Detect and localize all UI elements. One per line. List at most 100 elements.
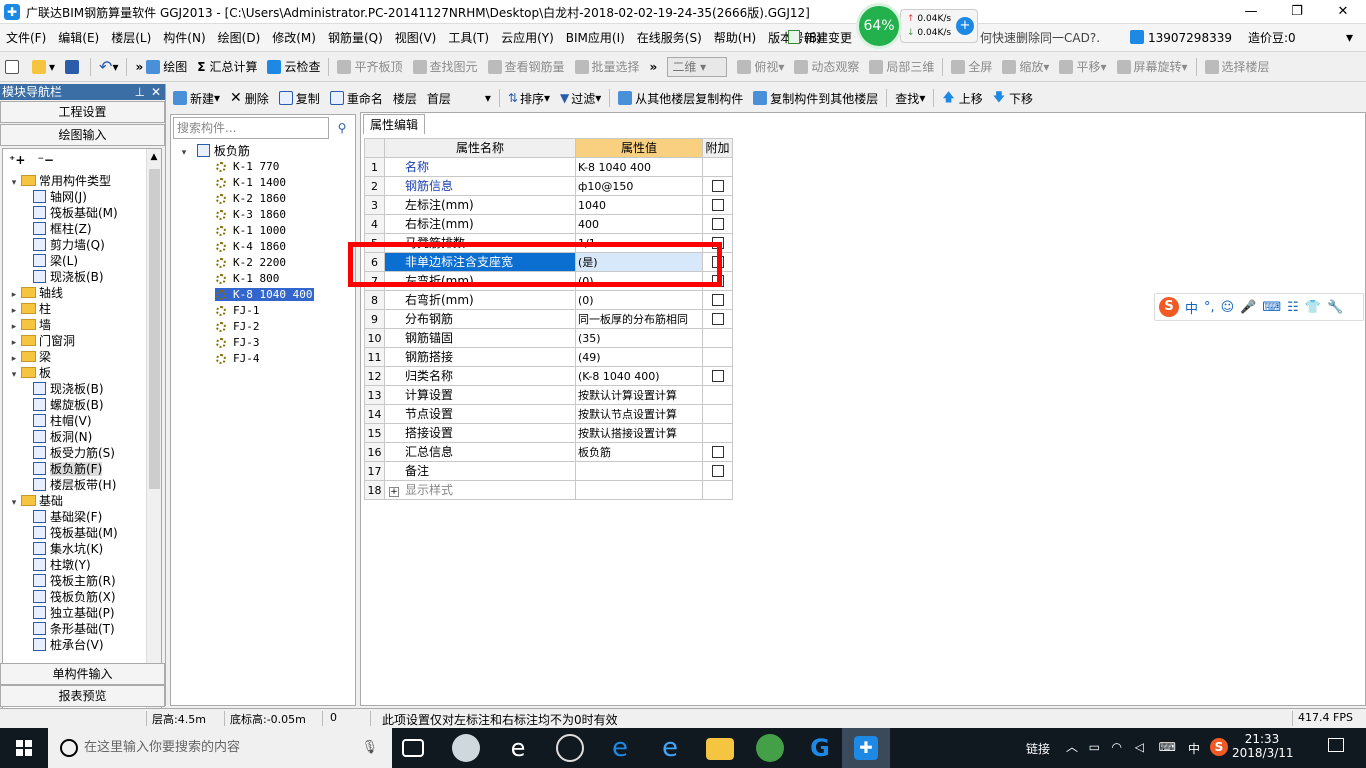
open-file-button[interactable]: ▾ — [27, 52, 60, 82]
nav-tree-item[interactable]: 筏板基础(M) — [3, 205, 161, 221]
menu-overflow-icon[interactable]: ▾ — [1346, 24, 1353, 52]
property-value-cell[interactable]: 1040 — [575, 195, 703, 215]
emoji-icon[interactable]: ☺ — [1221, 300, 1235, 315]
minimize-button[interactable]: — — [1228, 0, 1274, 24]
new-component-button[interactable]: 新建 ▾ — [168, 85, 225, 111]
property-value-cell[interactable]: (K-8 1040 400) — [575, 366, 703, 386]
nav-tree-item[interactable]: ▾ 板 — [3, 365, 161, 381]
nav-tree-item[interactable]: 框柱(Z) — [3, 221, 161, 237]
property-value-cell[interactable]: 同一板厚的分布筋相同 — [575, 309, 703, 329]
component-list-item[interactable]: K-1 1000 — [171, 223, 355, 239]
nav-tree-item[interactable]: 柱墩(Y) — [3, 557, 161, 573]
property-row[interactable]: 3 左标注(mm) 1040 — [364, 195, 733, 215]
tab-property-edit[interactable]: 属性编辑 — [363, 114, 426, 134]
keyboard-icon[interactable]: ⌨ — [1159, 740, 1176, 754]
nav-tree-item[interactable]: 独立基础(P) — [3, 605, 161, 621]
component-list-item[interactable]: K-3 1860 — [171, 207, 355, 223]
component-list-item[interactable]: K-2 1860 — [171, 191, 355, 207]
new-file-button[interactable] — [0, 52, 27, 82]
property-value-cell[interactable]: 按默认节点设置计算 — [575, 404, 703, 424]
property-add-cell[interactable] — [702, 442, 733, 462]
nav-tree-item[interactable]: 筏板主筋(R) — [3, 573, 161, 589]
property-add-cell[interactable] — [702, 309, 733, 329]
file-explorer-icon[interactable] — [706, 738, 734, 760]
ggj-app-taskbar-button[interactable]: ✚ — [842, 728, 890, 768]
keyboard-icon[interactable]: ⌨ — [1262, 300, 1281, 315]
project-settings-button[interactable]: 工程设置 — [0, 101, 165, 123]
property-row[interactable]: 8 右弯折(mm) (0) — [364, 290, 733, 310]
taskbar-search-input[interactable]: 在这里输入你要搜索的内容 🎙 — [48, 728, 392, 768]
save-button[interactable] — [60, 52, 87, 82]
component-list-item[interactable]: K-1 800 — [171, 271, 355, 287]
help-tip-link[interactable]: 何快速删除同一CAD?. — [980, 24, 1100, 52]
property-value-cell[interactable] — [575, 461, 703, 481]
copy-from-floor-button[interactable]: 从其他楼层复制构件 — [613, 85, 748, 111]
new-change-button[interactable]: 新建变更 — [788, 24, 852, 52]
close-button[interactable]: ✕ — [1320, 0, 1366, 24]
component-list-item[interactable]: K-1 1400 — [171, 175, 355, 191]
expand-icon[interactable]: + — [389, 486, 399, 497]
start-button[interactable] — [0, 728, 48, 768]
nav-tree-item[interactable]: ▸ 轴线 — [3, 285, 161, 301]
find-element-button[interactable]: 查找图元 — [408, 52, 483, 82]
move-up-button[interactable]: 🡅 上移 — [937, 85, 987, 111]
property-row[interactable]: 11 钢筋搭接 (49) — [364, 347, 733, 367]
ie-browser-icon[interactable]: e — [504, 734, 532, 762]
add-checkbox[interactable] — [711, 179, 724, 192]
component-list-item[interactable]: K-1 770 — [171, 159, 355, 175]
component-type-tree[interactable]: ⁺+ ⁻− ▾ 常用构件类型 轴网(J) 筏板基础(M) 框柱(Z) 剪力墙(Q) 梁(L)… — [2, 148, 162, 742]
copy-to-floor-button[interactable]: 复制构件到其他楼层 — [748, 85, 883, 111]
add-checkbox[interactable] — [711, 464, 724, 477]
property-row[interactable]: 14 节点设置 按默认节点设置计算 — [364, 404, 733, 424]
nav-tree-scrollbar[interactable]: ▲ ▼ — [146, 149, 161, 741]
people-icon[interactable]: ☷ — [1287, 300, 1299, 315]
top-view-button[interactable]: 俯视 ▾ — [732, 52, 789, 82]
scroll-up-icon[interactable]: ▲ — [147, 149, 161, 165]
wrench-icon[interactable]: 🔧 — [1327, 300, 1343, 315]
notification-icon[interactable] — [1328, 738, 1344, 752]
volume-icon[interactable]: ◁ — [1135, 740, 1144, 754]
property-row[interactable]: 12 归类名称 (K-8 1040 400) — [364, 366, 733, 386]
nav-tree-item[interactable]: 剪力墙(Q) — [3, 237, 161, 253]
property-row[interactable]: 17 备注 — [364, 461, 733, 481]
nav-tree-item[interactable]: 板负筋(F) — [3, 461, 161, 477]
network-speed-widget[interactable]: ↑ 0.04K/s ↓ 0.04K/s 64% + — [856, 3, 980, 49]
menu-item-8[interactable]: 工具(T) — [442, 24, 495, 52]
nav-tree-item[interactable]: 板洞(N) — [3, 429, 161, 445]
property-value-cell[interactable]: (35) — [575, 328, 703, 348]
link-label[interactable]: 链接 — [1026, 740, 1050, 757]
ime-toolbar[interactable]: S 中 °, ☺ 🎤 ⌨ ☷ 👕 🔧 — [1154, 293, 1364, 321]
property-value-cell[interactable]: 板负筋 — [575, 442, 703, 462]
menu-item-9[interactable]: 云应用(Y) — [495, 24, 560, 52]
property-row[interactable]: 2 钢筋信息 ф10@150 — [364, 176, 733, 196]
edge-browser-icon[interactable]: e — [606, 734, 634, 762]
chrome-icon[interactable] — [556, 734, 584, 762]
view-mode-dropdown[interactable]: 二维 ▾ — [667, 56, 728, 77]
g-app-icon[interactable]: G — [806, 734, 834, 762]
component-list-item[interactable]: FJ-2 — [171, 319, 355, 335]
sogou-tray-icon[interactable]: S — [1210, 738, 1228, 756]
nav-tree-item[interactable]: 轴网(J) — [3, 189, 161, 205]
single-input-button[interactable]: 单构件输入 — [0, 663, 165, 685]
dynamic-view-button[interactable]: 动态观察 — [789, 52, 864, 82]
nav-tree-item[interactable]: 板受力筋(S) — [3, 445, 161, 461]
restore-button[interactable]: ❐ — [1274, 0, 1320, 24]
property-add-cell[interactable] — [702, 176, 733, 196]
menu-item-3[interactable]: 构件(N) — [157, 24, 211, 52]
shirt-icon[interactable]: 👕 — [1305, 300, 1321, 315]
pin-icon[interactable]: ⊥ — [135, 84, 145, 100]
nav-tree-item[interactable]: ▾ 基础 — [3, 493, 161, 509]
pan-button[interactable]: 平移 ▾ — [1054, 52, 1111, 82]
report-preview-button[interactable]: 报表预览 — [0, 685, 165, 707]
ime-indicator[interactable]: 中 — [1188, 740, 1200, 757]
menu-item-1[interactable]: 编辑(E) — [52, 24, 105, 52]
floor-select[interactable]: 首层 ▾ — [422, 85, 496, 111]
property-add-cell[interactable] — [702, 461, 733, 481]
component-list-item[interactable]: K-4 1860 — [171, 239, 355, 255]
property-row[interactable]: 4 右标注(mm) 400 — [364, 214, 733, 234]
nav-tree-item[interactable]: 梁(L) — [3, 253, 161, 269]
nav-tree-item[interactable]: ▾ 常用构件类型 — [3, 173, 161, 189]
toolbar-overflow[interactable]: » — [645, 52, 663, 82]
property-add-cell[interactable] — [702, 290, 733, 310]
property-row[interactable]: 18 + 显示样式 — [364, 480, 733, 500]
